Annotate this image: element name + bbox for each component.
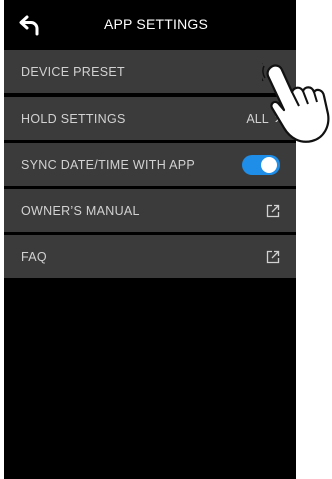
settings-row-device-preset[interactable]: DEVICE PRESET bbox=[4, 50, 296, 93]
page-title: APP SETTINGS bbox=[103, 16, 209, 32]
settings-row-hold-settings[interactable]: HOLD SETTINGS ALL › bbox=[4, 97, 296, 140]
external-link-icon bbox=[266, 204, 280, 217]
setting-label: FAQ bbox=[21, 249, 47, 264]
external-link-icon bbox=[266, 250, 280, 263]
app-screen: APP SETTINGS DEVICE PRESET HOLD SETTINGS… bbox=[4, 0, 296, 479]
setting-label: OWNER’S MANUAL bbox=[21, 203, 140, 218]
setting-label: SYNC DATE/TIME WITH APP bbox=[21, 157, 196, 172]
setting-label: DEVICE PRESET bbox=[21, 64, 125, 79]
tap-hand-icon bbox=[262, 63, 330, 143]
toggle-knob bbox=[261, 156, 277, 173]
setting-label: HOLD SETTINGS bbox=[21, 111, 126, 126]
sync-toggle-switch[interactable] bbox=[242, 154, 280, 175]
settings-row-sync-datetime: SYNC DATE/TIME WITH APP bbox=[4, 143, 296, 186]
header-bar: APP SETTINGS bbox=[4, 0, 296, 46]
settings-row-owners-manual[interactable]: OWNER’S MANUAL bbox=[4, 189, 296, 232]
settings-row-faq[interactable]: FAQ bbox=[4, 235, 296, 278]
